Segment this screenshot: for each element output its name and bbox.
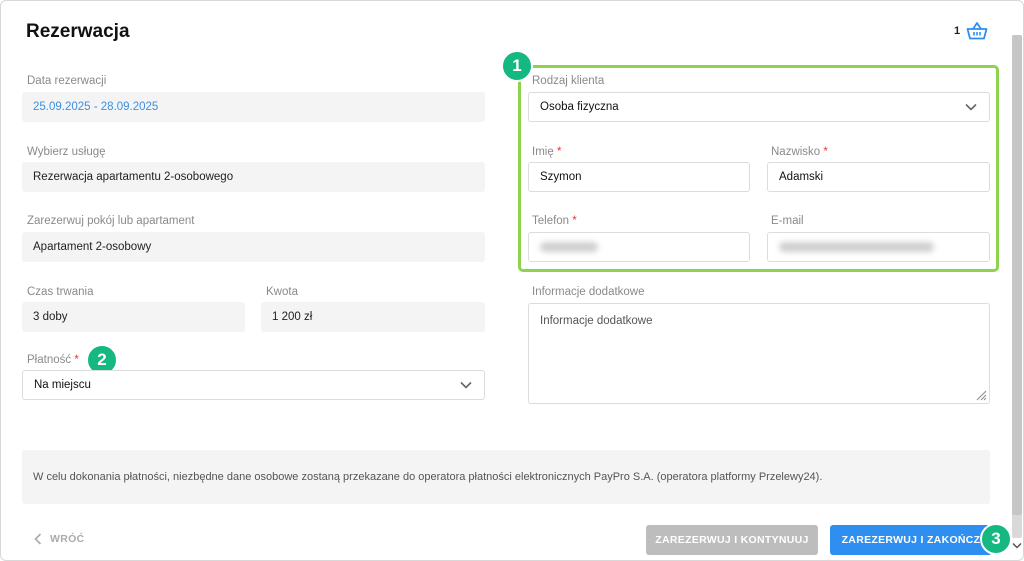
client-type-value: Osoba fizyczna: [540, 101, 619, 113]
payment-select[interactable]: Na miejscu: [22, 370, 485, 400]
required-mark: *: [572, 215, 577, 227]
duration-field: 3 doby: [22, 302, 245, 332]
email-input[interactable]: [767, 232, 990, 262]
room-field: Apartament 2-osobowy: [22, 232, 485, 262]
resize-handle-icon[interactable]: [976, 390, 987, 401]
required-mark: *: [74, 354, 79, 366]
payment-label: Płatność *: [27, 354, 79, 366]
reservation-modal: Rezerwacja 1 Data rezerwacji 25.09.2025 …: [0, 0, 1024, 561]
payment-info-notice: W celu dokonania płatności, niezbędne da…: [22, 450, 990, 504]
last-name-label: Nazwisko *: [771, 146, 828, 158]
phone-input[interactable]: [528, 232, 750, 262]
required-mark: *: [823, 146, 828, 158]
chevron-down-icon: [460, 381, 472, 389]
back-button[interactable]: WRÓĆ: [34, 533, 84, 545]
first-name-label-text: Imię: [532, 146, 554, 158]
service-field: Rezerwacja apartamentu 2-osobowego: [22, 162, 485, 192]
last-name-label-text: Nazwisko: [771, 146, 821, 158]
room-label: Zarezerwuj pokój lub apartament: [27, 215, 195, 227]
phone-label: Telefon *: [532, 215, 577, 227]
last-name-input[interactable]: Adamski: [767, 162, 990, 192]
scrollbar-thumb[interactable]: [1012, 35, 1022, 515]
additional-info-label: Informacje dodatkowe: [532, 286, 645, 298]
step-badge-3: 3: [980, 523, 1012, 555]
cart-count: 1: [954, 25, 961, 37]
required-mark: *: [556, 146, 562, 158]
payment-select-value: Na miejscu: [34, 379, 91, 391]
blurred-email: [779, 242, 934, 252]
payment-label-text: Płatność: [27, 354, 72, 366]
amount-field: 1 200 zł: [261, 302, 485, 332]
back-button-label: WRÓĆ: [50, 533, 85, 545]
email-label: E-mail: [771, 215, 804, 227]
amount-label: Kwota: [266, 286, 298, 298]
reserve-and-finish-button[interactable]: ZAREZERWUJ I ZAKOŃCZ: [830, 525, 992, 555]
page-title: Rezerwacja: [26, 21, 130, 42]
chevron-down-icon: [965, 103, 977, 111]
vertical-scrollbar[interactable]: [1009, 27, 1023, 554]
reserve-and-continue-button[interactable]: ZAREZERWUJ I KONTYNUUJ: [646, 525, 818, 555]
first-name-input[interactable]: Szymon: [528, 162, 750, 192]
chevron-left-icon: [34, 533, 42, 545]
cart-button[interactable]: 1: [954, 22, 988, 40]
shopping-basket-icon: [966, 22, 988, 40]
phone-label-text: Telefon: [532, 215, 570, 227]
first-name-label: Imię *: [532, 146, 561, 158]
step-badge-1: 1: [501, 50, 533, 82]
scroll-down-icon[interactable]: [1012, 542, 1022, 550]
date-label: Data rezerwacji: [27, 75, 107, 87]
client-type-label: Rodzaj klienta: [532, 75, 605, 87]
service-label: Wybierz usługę: [27, 146, 106, 158]
date-field: 25.09.2025 - 28.09.2025: [22, 92, 485, 122]
additional-info-textarea[interactable]: Informacje dodatkowe: [528, 303, 990, 404]
client-type-select[interactable]: Osoba fizyczna: [528, 92, 990, 122]
blurred-phone: [540, 242, 598, 252]
duration-label: Czas trwania: [27, 286, 94, 298]
